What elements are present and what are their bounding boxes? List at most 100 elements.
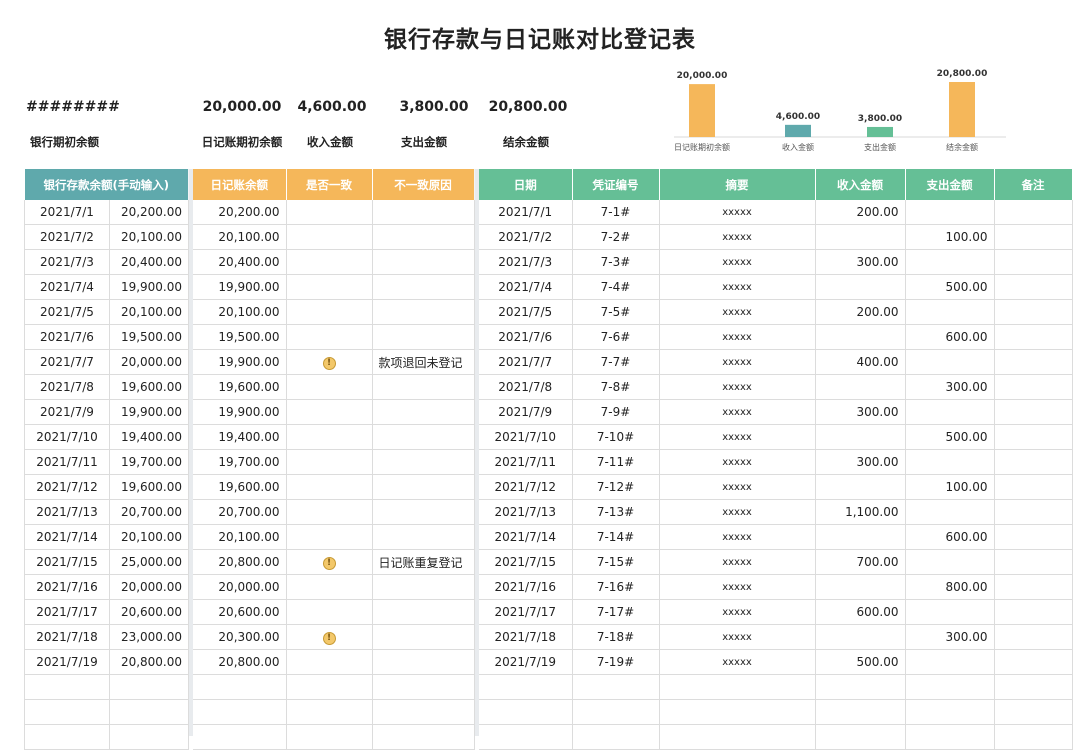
reason-cell[interactable] [372, 424, 475, 450]
reason-cell[interactable] [372, 399, 475, 425]
income-cell[interactable] [815, 674, 906, 700]
bank-date-cell[interactable]: 2021/7/6 [24, 324, 110, 350]
bank-balance-cell[interactable]: 19,600.00 [109, 374, 190, 400]
reason-cell[interactable] [372, 624, 475, 650]
reason-cell[interactable] [372, 674, 475, 700]
summary-cell[interactable]: xxxxx [659, 449, 816, 475]
expense-cell[interactable] [905, 499, 995, 525]
expense-cell[interactable]: 300.00 [905, 624, 995, 650]
reason-cell[interactable] [372, 449, 475, 475]
date-cell[interactable]: 2021/7/13 [479, 499, 573, 525]
voucher-cell[interactable]: 7-7# [572, 349, 660, 375]
income-cell[interactable] [815, 474, 906, 500]
remark-cell[interactable] [994, 449, 1073, 475]
reason-cell[interactable] [372, 649, 475, 675]
reason-cell[interactable] [372, 200, 475, 225]
bank-date-cell[interactable]: 2021/7/15 [24, 549, 110, 575]
income-cell[interactable] [815, 699, 906, 725]
voucher-cell[interactable]: 7-16# [572, 574, 660, 600]
voucher-cell[interactable]: 7-8# [572, 374, 660, 400]
summary-cell[interactable] [659, 724, 816, 750]
summary-cell[interactable]: xxxxx [659, 349, 816, 375]
bank-date-cell[interactable] [24, 674, 110, 700]
summary-cell[interactable]: xxxxx [659, 200, 816, 225]
remark-cell[interactable] [994, 200, 1073, 225]
expense-cell[interactable]: 100.00 [905, 474, 995, 500]
voucher-cell[interactable]: 7-6# [572, 324, 660, 350]
voucher-cell[interactable]: 7-14# [572, 524, 660, 550]
bank-date-cell[interactable]: 2021/7/19 [24, 649, 110, 675]
bank-balance-cell[interactable]: 20,000.00 [109, 349, 190, 375]
bank-date-cell[interactable]: 2021/7/4 [24, 274, 110, 300]
income-cell[interactable] [815, 624, 906, 650]
reason-cell[interactable]: 款项退回未登记 [372, 349, 475, 375]
reason-cell[interactable] [372, 299, 475, 325]
remark-cell[interactable] [994, 349, 1073, 375]
expense-cell[interactable]: 100.00 [905, 224, 995, 250]
bank-balance-cell[interactable]: 25,000.00 [109, 549, 190, 575]
summary-cell[interactable]: xxxxx [659, 374, 816, 400]
summary-cell[interactable] [659, 699, 816, 725]
summary-cell[interactable]: xxxxx [659, 274, 816, 300]
remark-cell[interactable] [994, 624, 1073, 650]
summary-cell[interactable]: xxxxx [659, 324, 816, 350]
voucher-cell[interactable] [572, 674, 660, 700]
income-cell[interactable]: 700.00 [815, 549, 906, 575]
income-cell[interactable] [815, 324, 906, 350]
bank-date-cell[interactable]: 2021/7/17 [24, 599, 110, 625]
reason-cell[interactable] [372, 249, 475, 275]
bank-balance-cell[interactable]: 20,700.00 [109, 499, 190, 525]
date-cell[interactable] [479, 724, 573, 750]
voucher-cell[interactable]: 7-15# [572, 549, 660, 575]
remark-cell[interactable] [994, 224, 1073, 250]
expense-cell[interactable] [905, 599, 995, 625]
remark-cell[interactable] [994, 424, 1073, 450]
bank-date-cell[interactable]: 2021/7/16 [24, 574, 110, 600]
bank-balance-cell[interactable] [109, 724, 190, 750]
expense-cell[interactable] [905, 549, 995, 575]
income-cell[interactable] [815, 374, 906, 400]
reason-cell[interactable] [372, 574, 475, 600]
income-cell[interactable] [815, 274, 906, 300]
date-cell[interactable]: 2021/7/1 [479, 200, 573, 225]
date-cell[interactable]: 2021/7/2 [479, 224, 573, 250]
expense-cell[interactable] [905, 649, 995, 675]
date-cell[interactable]: 2021/7/11 [479, 449, 573, 475]
summary-cell[interactable]: xxxxx [659, 399, 816, 425]
date-cell[interactable]: 2021/7/3 [479, 249, 573, 275]
date-cell[interactable]: 2021/7/15 [479, 549, 573, 575]
date-cell[interactable]: 2021/7/9 [479, 399, 573, 425]
bank-initial-value[interactable]: ######## [26, 99, 120, 115]
bank-balance-cell[interactable]: 20,100.00 [109, 299, 190, 325]
remark-cell[interactable] [994, 374, 1073, 400]
bank-balance-cell[interactable]: 20,200.00 [109, 200, 190, 225]
reason-cell[interactable] [372, 724, 475, 750]
remark-cell[interactable] [994, 249, 1073, 275]
bank-balance-cell[interactable]: 20,100.00 [109, 524, 190, 550]
expense-cell[interactable] [905, 674, 995, 700]
summary-cell[interactable]: xxxxx [659, 524, 816, 550]
expense-cell[interactable]: 600.00 [905, 324, 995, 350]
date-cell[interactable]: 2021/7/10 [479, 424, 573, 450]
voucher-cell[interactable] [572, 724, 660, 750]
expense-cell[interactable]: 800.00 [905, 574, 995, 600]
income-cell[interactable]: 300.00 [815, 249, 906, 275]
reason-cell[interactable] [372, 474, 475, 500]
income-cell[interactable]: 400.00 [815, 349, 906, 375]
voucher-cell[interactable] [572, 699, 660, 725]
reason-cell[interactable] [372, 699, 475, 725]
voucher-cell[interactable]: 7-2# [572, 224, 660, 250]
remark-cell[interactable] [994, 649, 1073, 675]
date-cell[interactable]: 2021/7/14 [479, 524, 573, 550]
income-cell[interactable]: 300.00 [815, 399, 906, 425]
income-cell[interactable] [815, 424, 906, 450]
voucher-cell[interactable]: 7-11# [572, 449, 660, 475]
date-cell[interactable]: 2021/7/4 [479, 274, 573, 300]
date-cell[interactable]: 2021/7/16 [479, 574, 573, 600]
bank-balance-cell[interactable]: 19,500.00 [109, 324, 190, 350]
remark-cell[interactable] [994, 599, 1073, 625]
bank-date-cell[interactable]: 2021/7/10 [24, 424, 110, 450]
income-cell[interactable]: 500.00 [815, 649, 906, 675]
remark-cell[interactable] [994, 299, 1073, 325]
income-cell[interactable]: 300.00 [815, 449, 906, 475]
